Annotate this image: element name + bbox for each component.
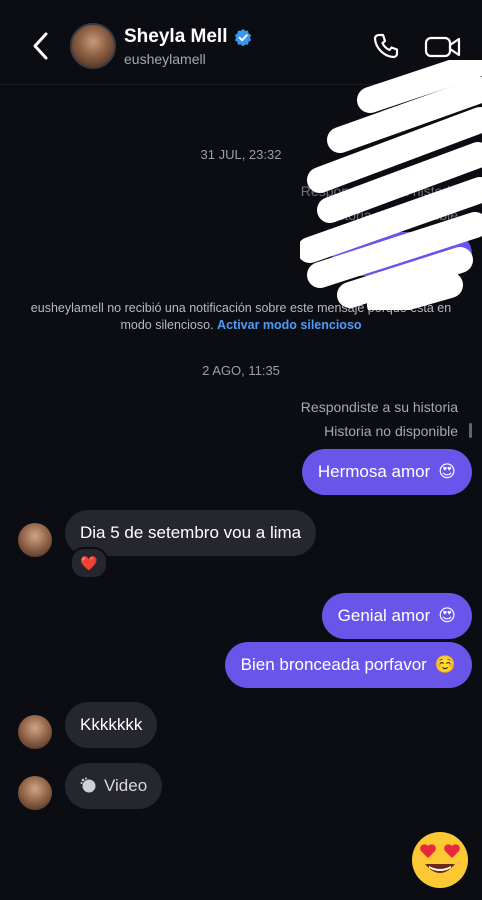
video-call-icon[interactable] <box>424 34 462 60</box>
message-text: Video <box>104 776 148 795</box>
heart-eyes-emoji-icon[interactable] <box>410 830 470 890</box>
timestamp: 2 AGO, 11:35 <box>202 363 280 378</box>
message-text: Bien bronceada porfavor <box>240 655 427 674</box>
message-text: Hermosa amor <box>317 462 431 481</box>
contact-avatar-small[interactable] <box>18 776 52 810</box>
heart-eyes-emoji: 😍 <box>438 606 456 625</box>
contact-username[interactable]: eusheylamell <box>124 51 206 67</box>
contact-avatar-small[interactable] <box>18 715 52 749</box>
message-text: Kkkkkkk <box>80 715 143 734</box>
heart-reaction[interactable]: ❤️ <box>70 547 108 579</box>
incoming-message[interactable]: Kkkkkkk <box>65 702 158 748</box>
story-note: Historia no disponible <box>324 423 458 439</box>
back-chevron-icon[interactable] <box>28 30 54 62</box>
reply-note: Respondiste a su historia <box>300 399 458 415</box>
redaction-scribble <box>300 60 482 310</box>
verified-badge-icon <box>234 28 251 46</box>
message-text: Genial amor <box>337 606 431 625</box>
outgoing-message[interactable]: Bien bronceada porfavor ☺️ <box>224 642 472 688</box>
contact-avatar-small[interactable] <box>18 523 52 557</box>
contact-avatar[interactable] <box>70 23 116 69</box>
phone-icon[interactable] <box>372 32 400 60</box>
contact-name[interactable]: Sheyla Mell <box>124 26 228 48</box>
heart-eyes-emoji: 😍 <box>438 462 456 481</box>
scroll-indicator <box>469 423 472 438</box>
outgoing-message[interactable]: Hermosa amor 😍 <box>301 449 472 495</box>
activate-silent-mode-link[interactable]: Activar modo silencioso <box>217 318 361 332</box>
video-play-icon <box>80 777 96 793</box>
incoming-video-message[interactable]: Video <box>65 763 163 809</box>
contact-name-row[interactable]: Sheyla Mell <box>124 26 252 48</box>
outgoing-message[interactable]: Genial amor 😍 <box>321 593 472 639</box>
smiling-emoji: ☺️ <box>434 655 456 674</box>
message-text: Dia 5 de setembro vou a lima <box>80 523 302 542</box>
